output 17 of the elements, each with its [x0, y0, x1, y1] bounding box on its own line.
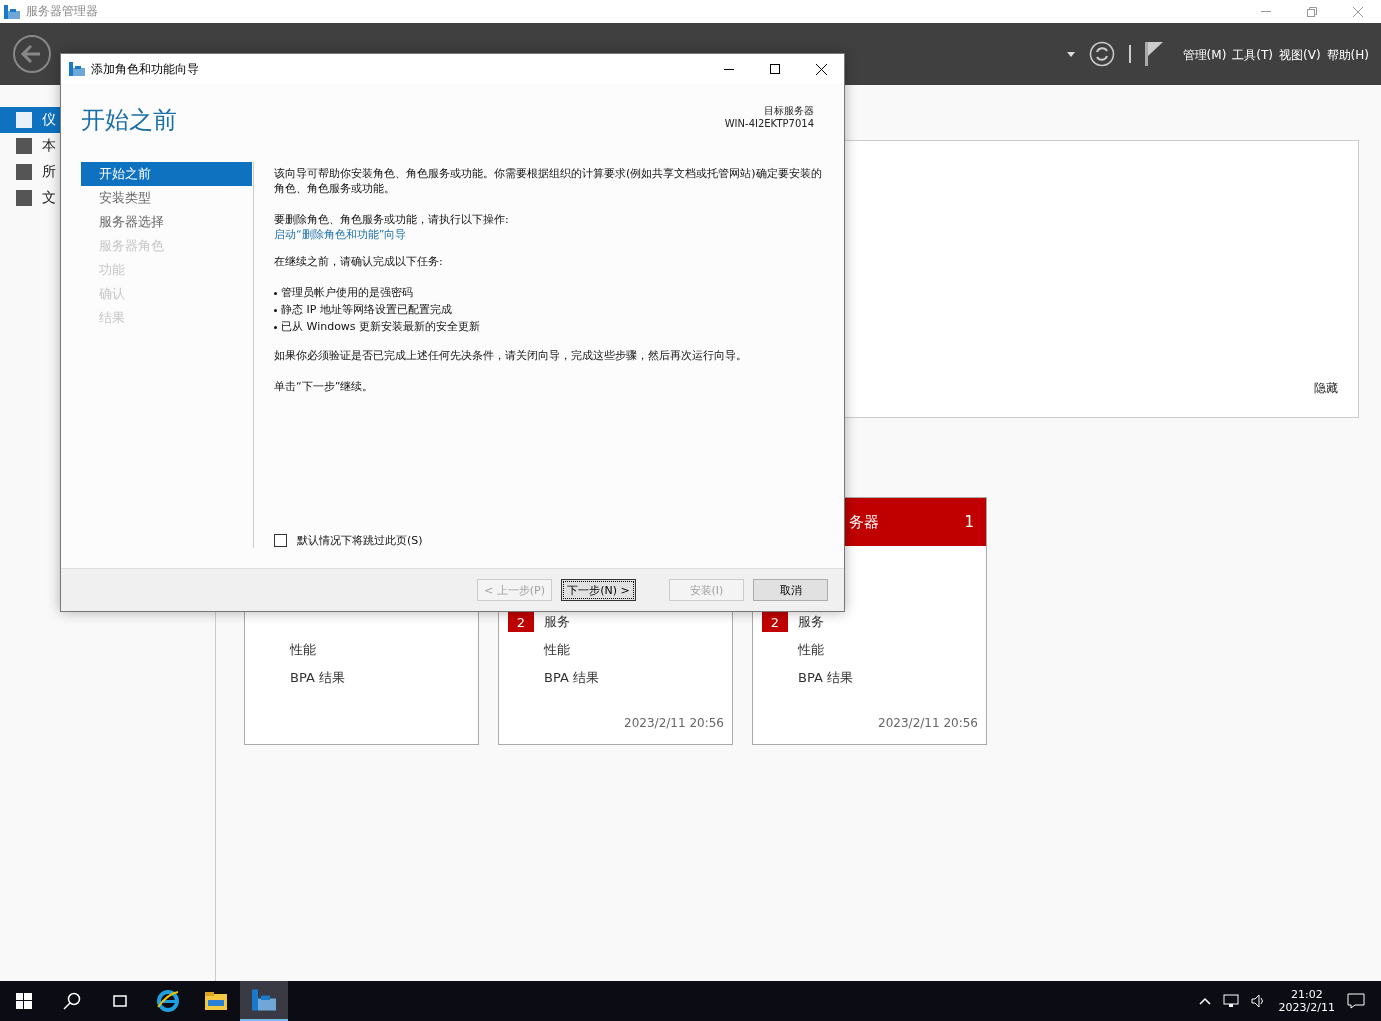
alert-count: 2	[762, 612, 788, 632]
paragraph: 单击“下一步”继续。	[274, 379, 375, 394]
target-server-label: 目标服务器	[764, 104, 814, 117]
list-item: 管理员帐户使用的是强密码	[281, 285, 413, 300]
timestamp: 2023/2/11 20:56	[878, 716, 979, 732]
timestamp: 2023/2/11 20:56	[624, 716, 725, 732]
window-title: 服务器管理器	[26, 3, 98, 20]
list-item: 静态 IP 地址等网络设置已配置完成	[281, 302, 452, 317]
list-item: 已从 Windows 更新安装最新的安全更新	[281, 319, 481, 334]
dialog-title: 添加角色和功能向导	[91, 60, 199, 78]
alert-count: 2	[508, 612, 534, 632]
paragraph: 该向导可帮助你安装角色、角色服务或功能。你需要根据组织的计算要求(例如共享文档或托管网站)确定要安装的角色、角色服务或功能。	[274, 166, 823, 196]
target-server-name: WIN-4I2EKTP7014	[724, 117, 814, 130]
paragraph: 如果你必须验证是否已完成上述任何先决条件，请关闭向导，完成这些步骤，然后再次运行向导。	[274, 348, 748, 363]
page-heading: 开始之前	[81, 105, 177, 136]
paragraph: 在继续之前，请确认完成以下任务:	[274, 254, 444, 269]
paragraph: 要删除角色、角色服务或功能，请执行以下操作:	[274, 212, 510, 227]
